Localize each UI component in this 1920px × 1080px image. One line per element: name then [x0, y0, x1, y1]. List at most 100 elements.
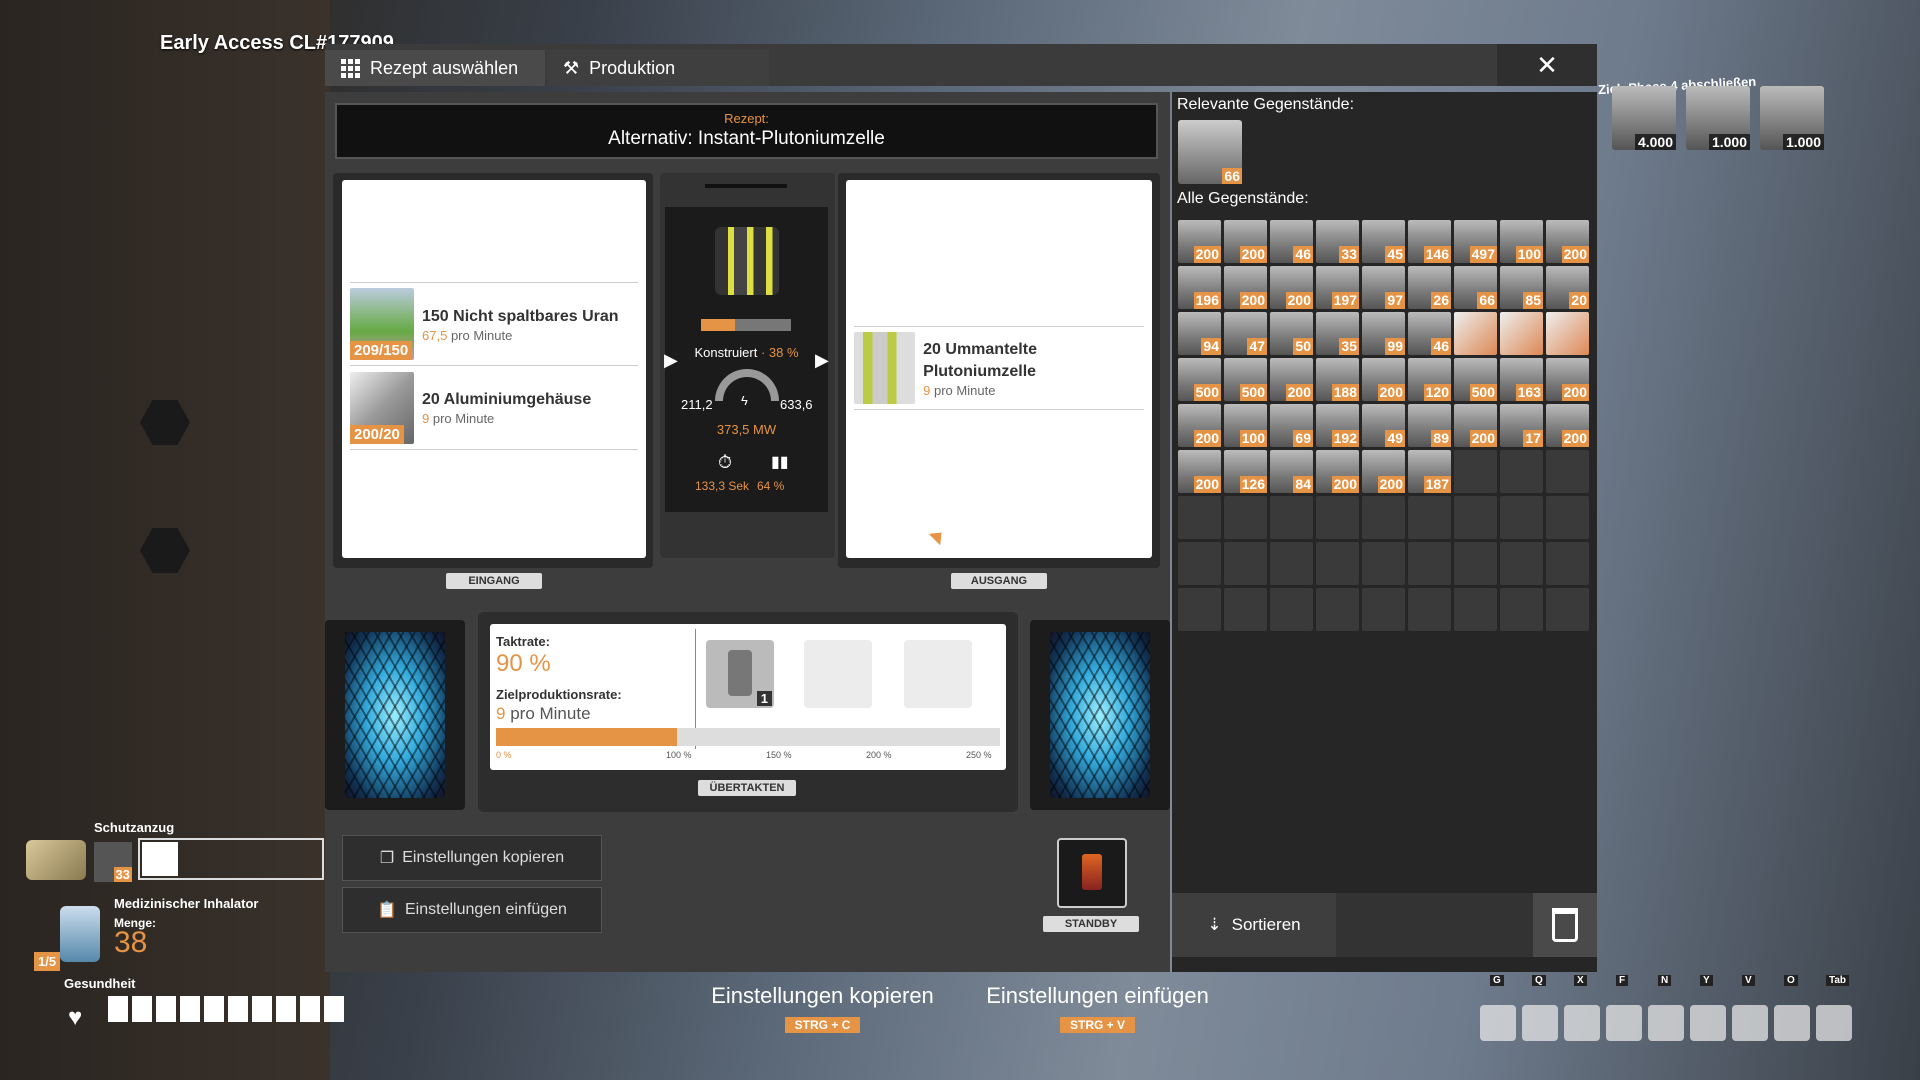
hotbar-tool-icon[interactable]	[1522, 1005, 1558, 1041]
hotbar-tool-icon[interactable]	[1564, 1005, 1600, 1041]
inventory-slot-empty[interactable]	[1546, 496, 1589, 539]
inventory-slot-empty[interactable]	[1270, 496, 1313, 539]
inventory-slot-empty[interactable]	[1500, 542, 1543, 585]
inventory-slot[interactable]: 33	[1316, 220, 1359, 263]
clock-value[interactable]: 90 %	[496, 650, 551, 678]
inventory-slot-empty[interactable]	[1224, 542, 1267, 585]
inventory-slot[interactable]: 200	[1224, 266, 1267, 309]
inventory-slot[interactable]: 20	[1546, 266, 1589, 309]
tab-select-recipe[interactable]: Rezept auswählen	[325, 50, 545, 86]
inventory-slot[interactable]: 196	[1178, 266, 1221, 309]
inventory-slot[interactable]: 46	[1270, 220, 1313, 263]
inventory-slot[interactable]: 100	[1500, 220, 1543, 263]
inventory-slot[interactable]: 200	[1178, 450, 1221, 493]
inventory-slot-empty[interactable]	[1546, 542, 1589, 585]
power-shard-slot[interactable]	[804, 640, 872, 708]
inventory-slot[interactable]: 500	[1454, 358, 1497, 401]
inventory-slot-empty[interactable]	[1224, 588, 1267, 631]
inventory-slot[interactable]: 47	[1224, 312, 1267, 355]
inventory-slot-empty[interactable]	[1270, 542, 1313, 585]
inventory-slot[interactable]: 200	[1178, 404, 1221, 447]
inventory-slot-empty[interactable]	[1500, 496, 1543, 539]
inventory-slot-empty[interactable]	[1316, 496, 1359, 539]
inventory-slot[interactable]: 200	[1362, 450, 1405, 493]
play-left-icon[interactable]: ▶	[664, 350, 678, 371]
inventory-slot-empty[interactable]	[1362, 496, 1405, 539]
inventory-slot-empty[interactable]	[1500, 588, 1543, 631]
inventory-slot-empty[interactable]	[1408, 588, 1451, 631]
inventory-slot-empty[interactable]	[1546, 450, 1589, 493]
inventory-slot[interactable]: 49	[1362, 404, 1405, 447]
inventory-slot[interactable]: 84	[1270, 450, 1313, 493]
inventory-slot-empty[interactable]	[1408, 496, 1451, 539]
inventory-slot-empty[interactable]	[1500, 450, 1543, 493]
hotbar-tool-icon[interactable]	[1606, 1005, 1642, 1041]
inventory-slot-empty[interactable]	[1454, 450, 1497, 493]
play-right-icon[interactable]: ▶	[815, 350, 829, 371]
inventory-slot-empty[interactable]	[1178, 496, 1221, 539]
inventory-slot-empty[interactable]	[1362, 542, 1405, 585]
inventory-slot[interactable]: 197	[1316, 266, 1359, 309]
trash-button[interactable]	[1533, 893, 1597, 957]
inventory-slot-empty[interactable]	[1362, 588, 1405, 631]
inventory-slot[interactable]: 200	[1270, 266, 1313, 309]
hotbar-tool-icon[interactable]	[1690, 1005, 1726, 1041]
inventory-slot[interactable]: 126	[1224, 450, 1267, 493]
inventory-slot[interactable]: 500	[1224, 358, 1267, 401]
inventory-slot-empty[interactable]	[1316, 542, 1359, 585]
inventory-slot[interactable]: 120	[1408, 358, 1451, 401]
inventory-slot[interactable]: 188	[1316, 358, 1359, 401]
inventory-slot[interactable]: 200	[1362, 358, 1405, 401]
input-item[interactable]: 209/150 150 Nicht spaltbares Uran 67,5 p…	[350, 282, 638, 366]
inventory-slot[interactable]: 97	[1362, 266, 1405, 309]
inventory-slot[interactable]: 497	[1454, 220, 1497, 263]
inventory-slot[interactable]: 45	[1362, 220, 1405, 263]
hotbar-tool-icon[interactable]	[1648, 1005, 1684, 1041]
inventory-slot[interactable]: 46	[1408, 312, 1451, 355]
inventory-slot[interactable]: 69	[1270, 404, 1313, 447]
inventory-slot[interactable]: 163	[1500, 358, 1543, 401]
inventory-slot[interactable]: 94	[1178, 312, 1221, 355]
inventory-slot[interactable]: 66	[1454, 266, 1497, 309]
inventory-slot[interactable]: 200	[1546, 220, 1589, 263]
target-rate[interactable]: 9 pro Minute	[496, 704, 591, 724]
power-shard-slot[interactable]	[904, 640, 972, 708]
inventory-slot-empty[interactable]	[1316, 588, 1359, 631]
inventory-slot[interactable]: 200	[1316, 450, 1359, 493]
paste-settings-button[interactable]: 📋 Einstellungen einfügen	[342, 887, 602, 933]
input-item[interactable]: 200/20 20 Aluminiumgehäuse 9 pro Minute	[350, 366, 638, 450]
inventory-slot-empty[interactable]	[1178, 542, 1221, 585]
inventory-slot[interactable]: 200	[1178, 220, 1221, 263]
inventory-slot[interactable]: 200	[1224, 220, 1267, 263]
inventory-slot-empty[interactable]	[1178, 588, 1221, 631]
inventory-slot[interactable]: 500	[1178, 358, 1221, 401]
hotbar-tool-icon[interactable]	[1774, 1005, 1810, 1041]
tab-production[interactable]: ⚒ Produktion	[547, 50, 769, 86]
hotbar-tool-icon[interactable]	[1816, 1005, 1852, 1041]
inventory-slot-empty[interactable]	[1454, 588, 1497, 631]
inventory-slot-empty[interactable]	[1454, 496, 1497, 539]
output-item[interactable]: 20 Ummantelte Plutoniumzelle 9 pro Minut…	[854, 326, 1144, 410]
inventory-slot[interactable]: 50	[1270, 312, 1313, 355]
inventory-slot[interactable]: 146	[1408, 220, 1451, 263]
inventory-slot[interactable]: 187	[1408, 450, 1451, 493]
inventory-slot-empty[interactable]	[1454, 542, 1497, 585]
inventory-slot-empty[interactable]	[1224, 496, 1267, 539]
hotbar-tool-icon[interactable]	[1480, 1005, 1516, 1041]
inventory-slot[interactable]	[1500, 312, 1543, 355]
close-button[interactable]: ✕	[1497, 44, 1597, 86]
inventory-slot[interactable]: 35	[1316, 312, 1359, 355]
inventory-slot[interactable]: 26	[1408, 266, 1451, 309]
inventory-slot[interactable]: 99	[1362, 312, 1405, 355]
inventory-slot[interactable]: 200	[1546, 404, 1589, 447]
inventory-slot[interactable]: 200	[1546, 358, 1589, 401]
inventory-slot[interactable]: 17	[1500, 404, 1543, 447]
inventory-slot[interactable]: 100	[1224, 404, 1267, 447]
inventory-slot[interactable]: 200	[1454, 404, 1497, 447]
inventory-slot-empty[interactable]	[1408, 542, 1451, 585]
inventory-slot[interactable]	[1454, 312, 1497, 355]
standby-switch[interactable]	[1057, 838, 1127, 908]
inventory-slot[interactable]	[1546, 312, 1589, 355]
hotbar-tool-icon[interactable]	[1732, 1005, 1768, 1041]
inventory-slot[interactable]: 192	[1316, 404, 1359, 447]
